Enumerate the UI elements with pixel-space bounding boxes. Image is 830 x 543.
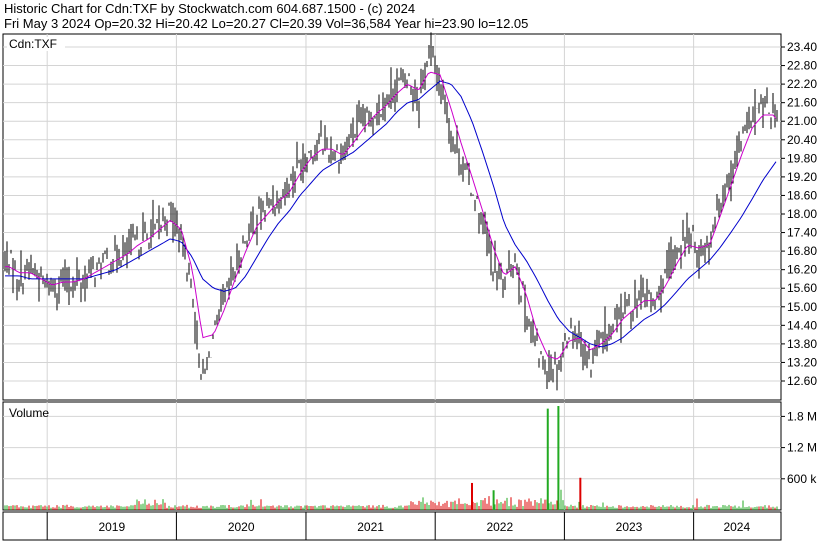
volume-panel: Volume 1.8 M 1.2 M 600 k	[2, 401, 817, 511]
price-tick-label: 18.00	[787, 207, 817, 221]
symbol-label: Cdn:TXF	[9, 37, 57, 51]
price-tick-label: 21.00	[787, 114, 817, 128]
price-tick-label: 13.80	[787, 337, 817, 351]
time-axis: 2019 2020 2021 2022 2023 2024	[2, 511, 782, 541]
price-tick-label: 19.20	[787, 170, 817, 184]
year-label: 2020	[228, 520, 255, 534]
price-tick-label: 18.60	[787, 188, 817, 202]
year-label: 2022	[486, 520, 513, 534]
price-tick-label: 12.60	[787, 374, 817, 388]
price-axis: 23.40 22.80 22.20 21.60 21.00 20.40 19.80 19.20…	[781, 40, 817, 388]
price-panel: Cdn:TXF 23.40 22.80 22.20 21.60 21.00 20.40 19…	[2, 32, 817, 401]
price-tick-label: 16.20	[787, 263, 817, 277]
volume-tick-label: 1.8 M	[787, 409, 817, 423]
stock-chart: Cdn:TXF 23.40 22.80 22.20 21.60 21.00 20.40 19…	[2, 32, 817, 541]
price-tick-label: 16.80	[787, 244, 817, 258]
price-tick-label: 23.40	[787, 40, 817, 54]
price-tick-label: 22.80	[787, 59, 817, 73]
volume-tick-label: 600 k	[787, 472, 817, 486]
price-tick-label: 13.20	[787, 355, 817, 369]
price-panel-frame	[2, 33, 782, 401]
year-label: 2023	[616, 520, 643, 534]
price-tick-label: 20.40	[787, 133, 817, 147]
year-label: 2024	[723, 520, 750, 534]
volume-axis: 1.8 M 1.2 M 600 k	[781, 409, 817, 486]
price-tick-label: 17.40	[787, 226, 817, 240]
year-label: 2019	[98, 520, 125, 534]
price-tick-label: 15.60	[787, 281, 817, 295]
volume-panel-frame	[2, 401, 782, 511]
price-tick-label: 19.80	[787, 151, 817, 165]
volume-label: Volume	[9, 406, 49, 420]
price-tick-label: 15.00	[787, 300, 817, 314]
price-tick-label: 14.40	[787, 318, 817, 332]
price-tick-label: 22.20	[787, 77, 817, 91]
year-label: 2021	[357, 520, 384, 534]
volume-tick-label: 1.2 M	[787, 441, 817, 455]
price-tick-label: 21.60	[787, 96, 817, 110]
